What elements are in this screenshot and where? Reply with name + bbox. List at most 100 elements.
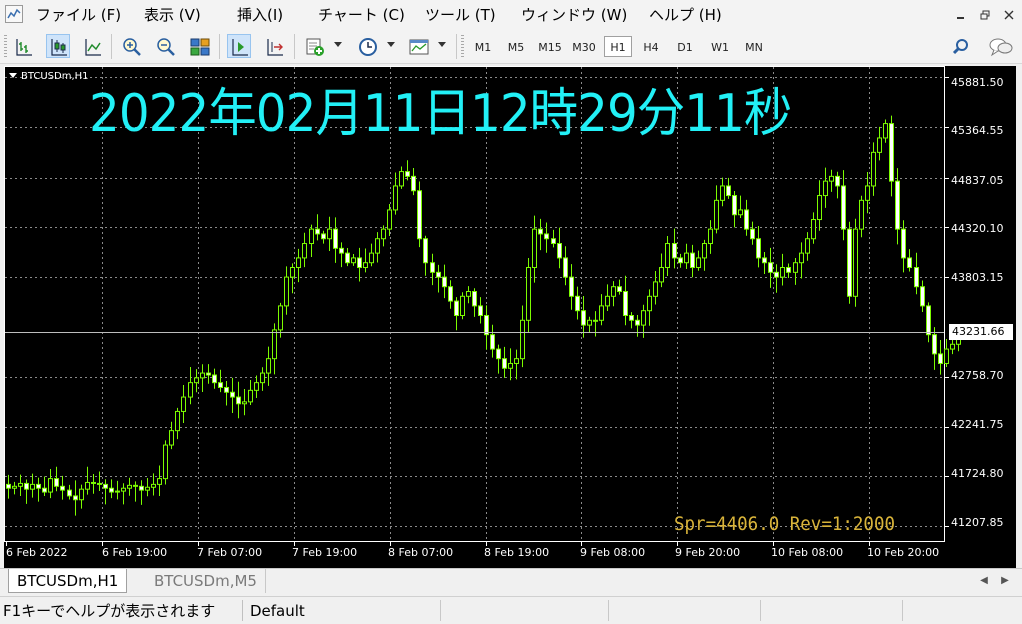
candle-body-bull: [526, 267, 531, 321]
periods-dropdown-icon[interactable]: [387, 42, 395, 47]
candle-body-bull: [145, 486, 150, 491]
candle-body-bear: [889, 123, 894, 182]
timeframe-h1[interactable]: H1: [604, 36, 632, 57]
candle-body-bear: [938, 353, 943, 364]
y-tick-label: 43803.15: [951, 271, 1004, 284]
autoscroll-icon[interactable]: [227, 34, 251, 58]
candle-body-bull: [242, 401, 247, 405]
timeframe-h4[interactable]: H4: [637, 36, 665, 57]
periods-clock-icon[interactable]: [355, 34, 379, 58]
candle-body-bear: [139, 485, 144, 491]
candlestick-chart-icon[interactable]: [46, 34, 70, 58]
toolbar-grip[interactable]: [461, 35, 464, 58]
x-tick-label: 6 Feb 19:00: [102, 546, 168, 559]
tile-windows-icon[interactable]: [187, 34, 211, 58]
timeframe-m5[interactable]: M5: [502, 36, 530, 57]
candle-body-bear: [490, 334, 495, 350]
toolbar-grip[interactable]: [4, 35, 7, 58]
candle-body-bull: [327, 228, 332, 240]
tab-scroll-left-icon[interactable]: ◀: [976, 573, 992, 589]
candle-body-bear: [430, 262, 435, 273]
chart-shift-icon[interactable]: [262, 34, 286, 58]
candle-body-bull: [684, 252, 689, 264]
candle-body-bear: [690, 252, 695, 269]
candle-body-bear: [133, 484, 138, 487]
candle-body-bull: [309, 228, 314, 245]
candle-body-bull: [181, 396, 186, 412]
timeframe-d1[interactable]: D1: [671, 36, 699, 57]
chart-menu-triangle-icon[interactable]: [9, 73, 17, 78]
y-tick-label: 44320.10: [951, 222, 1004, 235]
candle-body-bear: [454, 300, 459, 316]
menu-chart[interactable]: チャート (C): [318, 6, 405, 24]
chart-window[interactable]: BTCUSDm,H1 2022年02月11日12時29分11秒 Spr=4406…: [4, 66, 1016, 568]
candle-body-bear: [629, 314, 634, 321]
timeframe-m15[interactable]: M15: [535, 36, 565, 57]
status-bar: F1キーでヘルプが表示されます Default: [0, 596, 1022, 624]
templates-icon[interactable]: [406, 34, 430, 58]
candle-body-bear: [345, 252, 350, 264]
toolbar-separator: [294, 34, 295, 59]
zoom-in-icon[interactable]: [119, 34, 143, 58]
candle-body-bear: [768, 262, 773, 273]
timeframe-mn[interactable]: MN: [740, 36, 768, 57]
candle-body-bull: [944, 348, 949, 364]
menu-window[interactable]: ウィンドウ (W): [521, 6, 627, 24]
indicators-dropdown-icon[interactable]: [334, 42, 342, 47]
app-icon[interactable]: [5, 5, 23, 23]
chart-symbol-text: BTCUSDm,H1: [21, 71, 89, 82]
x-tick-label: 7 Feb 07:00: [197, 546, 263, 559]
tab-btcusdm-h1[interactable]: BTCUSDm,H1: [8, 569, 128, 593]
candle-body-bear: [544, 233, 549, 240]
line-chart-icon[interactable]: [80, 34, 104, 58]
candle-body-bull: [363, 262, 368, 269]
menu-file[interactable]: ファイル (F): [36, 6, 121, 24]
menu-help[interactable]: ヘルプ (H): [649, 6, 722, 24]
tab-btcusdm-m5[interactable]: BTCUSDm,M5: [146, 569, 266, 593]
status-cell: [760, 600, 901, 621]
timeframe-w1[interactable]: W1: [706, 36, 734, 57]
y-tick-label: 45881.50: [951, 76, 1004, 89]
candle-body-bear: [423, 238, 428, 264]
x-tick-label: 8 Feb 19:00: [484, 546, 550, 559]
restore-icon[interactable]: [973, 4, 997, 26]
candle-body-bear: [762, 257, 767, 264]
timeframe-m30[interactable]: M30: [569, 36, 599, 57]
candle-body-bear: [914, 267, 919, 288]
menu-view[interactable]: 表示 (V): [144, 6, 201, 24]
candle-body-bear: [756, 238, 761, 259]
candle-body-bull: [194, 377, 199, 384]
candle-body-bull: [278, 305, 283, 331]
profile-name: Default: [250, 602, 305, 620]
search-icon[interactable]: [948, 34, 972, 58]
candle-body-bear: [732, 195, 737, 216]
templates-dropdown-icon[interactable]: [438, 42, 446, 47]
candle-body-bear: [478, 305, 483, 316]
toolbar-separator: [111, 34, 112, 59]
candle-body-bull: [738, 209, 743, 216]
candle-body-bear: [635, 319, 640, 326]
candle-body-bear: [496, 348, 501, 360]
menu-insert[interactable]: 挿入(I): [237, 6, 283, 24]
candle-body-bull: [151, 483, 156, 488]
candle-body-bull: [647, 295, 652, 312]
close-icon[interactable]: [997, 4, 1021, 26]
status-cell: [440, 600, 607, 621]
chat-icon[interactable]: [985, 34, 1015, 58]
zoom-out-icon[interactable]: [153, 34, 177, 58]
candle-body-bull: [296, 257, 301, 269]
candle-body-bull: [883, 123, 888, 139]
minimize-icon[interactable]: [949, 4, 973, 26]
time-overlay: 2022年02月11日12時29分11秒: [89, 84, 792, 144]
candle-body-bear: [569, 276, 574, 297]
candle-body-bear: [841, 185, 846, 230]
tab-scroll-right-icon[interactable]: ▶: [997, 573, 1013, 589]
x-tick-label: 10 Feb 08:00: [771, 546, 844, 559]
candle-body-bear: [750, 228, 755, 240]
candle-body-bull: [115, 490, 120, 493]
timeframe-m1[interactable]: M1: [469, 36, 497, 57]
indicators-icon[interactable]: [302, 34, 326, 58]
menu-tools[interactable]: ツール (T): [425, 6, 496, 24]
bar-chart-icon[interactable]: [11, 34, 35, 58]
candle-body-bull: [460, 295, 465, 316]
